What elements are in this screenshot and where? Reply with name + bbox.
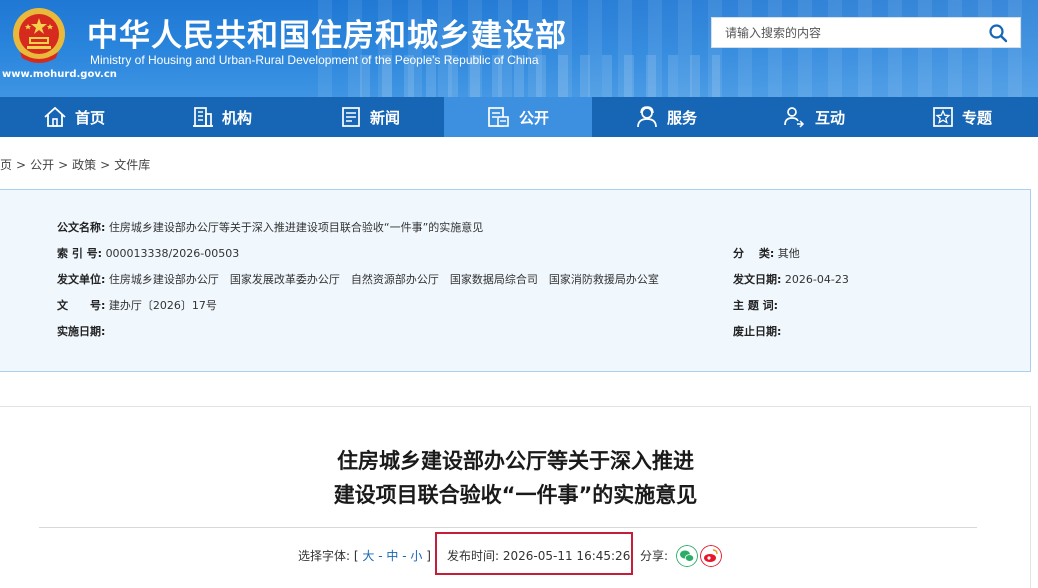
info-row-doc-number: 文 号: 建办厅〔2026〕17号 — [57, 297, 217, 313]
publish-time: 发布时间: 2026-05-11 16:45:26 — [447, 547, 630, 564]
document-info-panel: 公文名称: 住房城乡建设部办公厅等关于深入推进建设项目联合验收“一件事”的实施意… — [0, 189, 1031, 372]
publish-time-value: 2026-05-11 16:45:26 — [502, 549, 631, 563]
title-divider — [39, 527, 977, 528]
info-label-name: 公文名称: — [57, 221, 106, 234]
font-small-button[interactable]: 小 — [410, 549, 422, 563]
info-value-name: 住房城乡建设部办公厅等关于深入推进建设项目联合验收“一件事”的实施意见 — [108, 221, 484, 234]
info-label-doc-number: 文 号: — [57, 299, 106, 312]
nav-item-interaction[interactable]: 互动 — [740, 97, 888, 137]
breadcrumb-separator: > — [100, 158, 111, 172]
weibo-share-icon[interactable] — [700, 545, 722, 567]
info-row-issuer: 发文单位: 住房城乡建设部办公厅 国家发展改革委办公厅 自然资源部办公厅 国家数… — [57, 271, 659, 287]
building-icon — [192, 107, 213, 127]
user-service-icon — [637, 106, 657, 128]
breadcrumb-public[interactable]: 公开 — [30, 158, 54, 172]
breadcrumb-library[interactable]: 文件库 — [114, 158, 150, 172]
article-title-line-1: 住房城乡建设部办公厅等关于深入推进 — [337, 449, 694, 473]
nav-item-organization[interactable]: 机构 — [148, 97, 296, 137]
breadcrumb: 页 > 公开 > 政策 > 文件库 — [0, 156, 150, 173]
font-size-label: 选择字体: — [298, 549, 351, 563]
info-label-expiry-date: 废止日期: — [733, 325, 782, 338]
interaction-icon — [784, 107, 805, 128]
main-nav: 首页 机构 新闻 公开 服务 互动 专题 — [0, 97, 1038, 137]
nav-item-public[interactable]: 公开 — [444, 97, 592, 137]
info-value-index: 000013338/2026-00503 — [105, 247, 240, 260]
nav-item-label: 服务 — [666, 108, 697, 127]
font-size-selector: 选择字体: [ 大 - 中 - 小 ] — [298, 547, 431, 564]
info-row-index: 索 引 号: 000013338/2026-00503 — [57, 245, 239, 261]
news-icon — [342, 107, 360, 127]
national-emblem-icon[interactable] — [10, 6, 68, 68]
breadcrumb-separator: > — [16, 158, 27, 172]
info-value-doc-number: 建办厅〔2026〕17号 — [108, 299, 217, 312]
search-icon[interactable] — [988, 23, 1008, 43]
nav-item-label: 机构 — [221, 108, 252, 127]
font-separator: - — [402, 549, 407, 563]
site-header: www.mohurd.gov.cn 中华人民共和国住房和城乡建设部 Minist… — [0, 0, 1038, 97]
font-bracket-open: [ — [353, 549, 359, 563]
breadcrumb-separator: > — [58, 158, 69, 172]
article-panel: 住房城乡建设部办公厅等关于深入推进 建设项目联合验收“一件事”的实施意见 选择字… — [0, 406, 1031, 588]
info-label-effective-date: 实施日期: — [57, 325, 106, 338]
info-value-issuer: 住房城乡建设部办公厅 国家发展改革委办公厅 自然资源部办公厅 国家数据局综合司 … — [108, 273, 659, 286]
font-separator: - — [378, 549, 383, 563]
info-row-issue-date: 发文日期: 2026-04-23 — [733, 271, 849, 287]
share-label: 分享: — [640, 549, 669, 563]
info-value-issue-date: 2026-04-23 — [784, 273, 849, 286]
info-label-index: 索 引 号: — [57, 247, 103, 260]
site-title[interactable]: 中华人民共和国住房和城乡建设部 — [87, 10, 567, 55]
info-label-subject: 主 题 词: — [733, 299, 779, 312]
font-large-button[interactable]: 大 — [362, 549, 374, 563]
info-row-category: 分 类: 其他 — [733, 245, 800, 261]
nav-item-topic[interactable]: 专题 — [888, 97, 1036, 137]
site-url[interactable]: www.mohurd.gov.cn — [2, 69, 117, 80]
search-box — [711, 17, 1021, 48]
home-icon — [44, 106, 66, 127]
publish-time-label: 发布时间: — [447, 549, 500, 563]
nav-item-label: 首页 — [74, 108, 105, 127]
public-icon — [488, 107, 509, 127]
info-row-expiry-date: 废止日期: — [733, 323, 781, 339]
star-icon — [933, 107, 953, 127]
font-medium-button[interactable]: 中 — [386, 549, 398, 563]
nav-item-home[interactable]: 首页 — [0, 97, 148, 137]
search-input[interactable] — [712, 18, 982, 47]
site-subtitle: Ministry of Housing and Urban-Rural Deve… — [90, 53, 539, 67]
info-row-subject: 主 题 词: — [733, 297, 778, 313]
info-row-effective-date: 实施日期: — [57, 323, 105, 339]
wechat-share-icon[interactable] — [676, 545, 698, 567]
info-row-name: 公文名称: 住房城乡建设部办公厅等关于深入推进建设项目联合验收“一件事”的实施意… — [57, 219, 483, 235]
nav-item-label: 新闻 — [369, 108, 400, 127]
info-value-category: 其他 — [777, 247, 800, 260]
info-label-category: 分 类: — [733, 247, 775, 260]
breadcrumb-home[interactable]: 页 — [0, 158, 12, 172]
nav-item-label: 专题 — [961, 108, 992, 127]
info-label-issue-date: 发文日期: — [733, 273, 782, 286]
breadcrumb-policy[interactable]: 政策 — [72, 158, 96, 172]
nav-item-news[interactable]: 新闻 — [296, 97, 444, 137]
nav-item-label: 公开 — [518, 108, 549, 127]
info-label-issuer: 发文单位: — [57, 273, 106, 286]
nav-item-service[interactable]: 服务 — [592, 97, 740, 137]
nav-item-label: 互动 — [814, 108, 845, 127]
article-title-line-2: 建设项目联合验收“一件事”的实施意见 — [333, 483, 698, 507]
font-bracket-close: ] — [426, 549, 431, 563]
